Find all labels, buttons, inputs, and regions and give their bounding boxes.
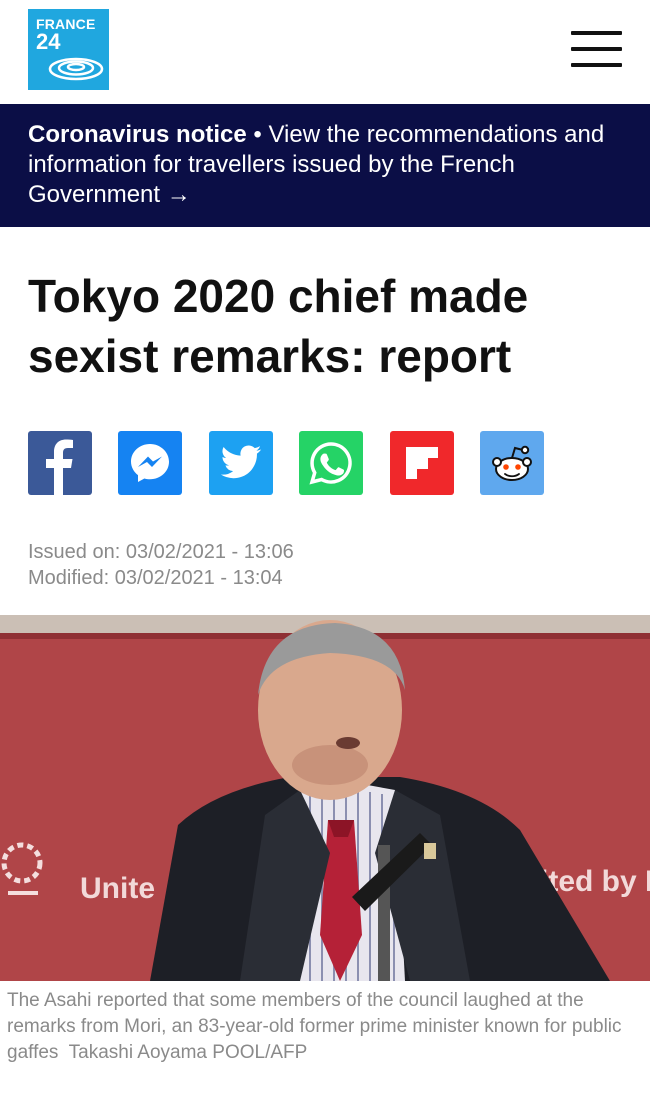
facebook-share-button[interactable] bbox=[28, 431, 92, 495]
site-header: FRANCE 24 bbox=[0, 0, 650, 104]
article-photo-illustration: Unite ited by E bbox=[0, 615, 650, 981]
facebook-icon bbox=[46, 439, 73, 495]
modified-date: Modified: 03/02/2021 - 13:04 bbox=[28, 567, 283, 589]
notice-separator: • bbox=[246, 121, 269, 148]
logo-text-24: 24 bbox=[36, 29, 61, 54]
whatsapp-icon bbox=[309, 442, 352, 485]
twitter-share-button[interactable] bbox=[209, 431, 273, 495]
reddit-icon bbox=[492, 445, 532, 481]
photo-banner-text-left: Unite bbox=[80, 872, 155, 905]
flipboard-icon bbox=[406, 447, 438, 479]
reddit-share-button[interactable] bbox=[480, 431, 544, 495]
article-dates: Issued on: 03/02/2021 - 13:06 Modified: … bbox=[28, 539, 294, 591]
logo-rings-icon bbox=[48, 57, 104, 81]
article-photo: Unite ited by E bbox=[0, 615, 650, 981]
messenger-share-button[interactable] bbox=[118, 431, 182, 495]
twitter-icon bbox=[220, 445, 262, 479]
article-title: Tokyo 2020 chief made sexist remarks: re… bbox=[28, 270, 529, 382]
hamburger-menu-icon[interactable] bbox=[571, 31, 622, 67]
messenger-icon bbox=[131, 444, 169, 482]
arrow-right-icon: → bbox=[166, 181, 191, 208]
coronavirus-notice-banner[interactable]: Coronavirus notice • View the recommenda… bbox=[0, 104, 650, 227]
issued-date: Issued on: 03/02/2021 - 13:06 bbox=[28, 541, 294, 563]
photo-credit: Takashi Aoyama POOL/AFP bbox=[68, 1042, 308, 1063]
france24-logo[interactable]: FRANCE 24 bbox=[28, 9, 109, 90]
flipboard-share-button[interactable] bbox=[390, 431, 454, 495]
whatsapp-share-button[interactable] bbox=[299, 431, 363, 495]
photo-caption: The Asahi reported that some members of … bbox=[7, 988, 643, 1066]
notice-title: Coronavirus notice bbox=[28, 121, 247, 148]
